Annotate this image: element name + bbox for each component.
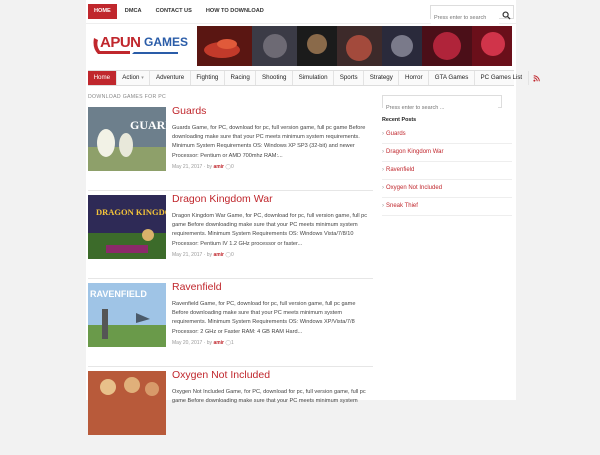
post-thumbnail[interactable]: GUARDS bbox=[88, 107, 166, 171]
post-excerpt: Oxygen Not Included Game, for PC, downlo… bbox=[172, 389, 366, 405]
topnav-contact-us[interactable]: CONTACT US bbox=[150, 4, 198, 19]
post-by: by bbox=[206, 340, 213, 346]
post-comments[interactable]: 0 bbox=[231, 252, 234, 258]
post-date: May 21, 2017 bbox=[172, 164, 203, 170]
post-meta: May 20, 2017 · by amir ◯1 bbox=[172, 340, 234, 346]
nav-simulation[interactable]: Simulation bbox=[293, 71, 335, 85]
thumb-label: RAVENFIELD bbox=[90, 289, 147, 299]
post-comments[interactable]: 0 bbox=[231, 164, 234, 170]
nav-action-label: Action bbox=[122, 74, 140, 81]
recent-post-link[interactable]: › Dragon Kingdom War bbox=[382, 144, 512, 162]
recent-post-label: Ravenfield bbox=[386, 167, 415, 173]
page: HOME DMCA CONTACT US HOW TO DOWNLOAD APU… bbox=[86, 0, 540, 435]
logo-text-games: GAMES bbox=[144, 35, 189, 49]
recent-post-link[interactable]: › Guards bbox=[382, 126, 512, 144]
thumb-label: DRAGON KINGDOM WAR bbox=[96, 207, 166, 217]
post-author[interactable]: amir bbox=[213, 252, 224, 258]
recent-posts-list: › Guards › Dragon Kingdom War › Ravenfield … bbox=[382, 126, 512, 216]
nav-fighting[interactable]: Fighting bbox=[191, 71, 225, 85]
post-excerpt: Guards Game, for PC, download for pc, fu… bbox=[172, 125, 366, 159]
top-bar: HOME DMCA CONTACT US HOW TO DOWNLOAD bbox=[86, 0, 516, 24]
bullet-icon: › bbox=[382, 185, 384, 191]
topnav-dmca[interactable]: DMCA bbox=[119, 4, 148, 19]
recent-post-link[interactable]: › Oxygen Not Included bbox=[382, 180, 512, 198]
post-comments[interactable]: 1 bbox=[231, 340, 234, 346]
bullet-icon: › bbox=[382, 131, 384, 137]
recent-post-label: Dragon Kingdom War bbox=[386, 149, 444, 155]
search-icon[interactable] bbox=[502, 7, 511, 25]
nav-horror[interactable]: Horror bbox=[399, 71, 430, 85]
post-excerpt: Dragon Kingdom War Game, for PC, downloa… bbox=[172, 213, 368, 247]
top-search-box bbox=[430, 5, 514, 24]
post-item: Oxygen Not Included Oxygen Not Included … bbox=[88, 369, 373, 455]
rss-icon[interactable] bbox=[529, 71, 544, 85]
recent-post-label: Guards bbox=[386, 131, 406, 137]
logo-text-apun: APUN bbox=[100, 34, 141, 51]
post-title[interactable]: Dragon Kingdom War bbox=[172, 193, 273, 205]
topnav-home[interactable]: HOME bbox=[88, 4, 117, 19]
bullet-icon: › bbox=[382, 203, 384, 209]
post-meta: May 21, 2017 · by amir ◯0 bbox=[172, 164, 234, 170]
nav-home[interactable]: Home bbox=[88, 71, 117, 85]
nav-pc-games-list[interactable]: PC Games List bbox=[475, 71, 529, 85]
post-thumbnail[interactable]: RAVENFIELD bbox=[88, 283, 166, 347]
post-by: by bbox=[206, 164, 213, 170]
sidebar-search-box bbox=[382, 95, 502, 114]
post-meta: May 21, 2017 · by amir ◯0 bbox=[172, 252, 234, 258]
recent-post-link[interactable]: › Ravenfield bbox=[382, 162, 512, 180]
nav-strategy[interactable]: Strategy bbox=[364, 71, 400, 85]
nav-racing[interactable]: Racing bbox=[225, 71, 257, 85]
post-excerpt: Ravenfield Game, for PC, download for pc… bbox=[172, 301, 356, 335]
recent-post-link[interactable]: › Sneak Thief bbox=[382, 198, 512, 216]
recent-post-label: Oxygen Not Included bbox=[386, 185, 443, 191]
topnav-how-to-download[interactable]: HOW TO DOWNLOAD bbox=[200, 4, 270, 19]
post-title[interactable]: Oxygen Not Included bbox=[172, 369, 270, 381]
post-thumbnail[interactable]: DRAGON KINGDOM WAR bbox=[88, 195, 166, 259]
top-nav: HOME DMCA CONTACT US HOW TO DOWNLOAD bbox=[88, 4, 270, 19]
bullet-icon: › bbox=[382, 167, 384, 173]
post-title[interactable]: Ravenfield bbox=[172, 281, 222, 293]
post-thumbnail[interactable] bbox=[88, 371, 166, 435]
section-title: DOWNLOAD GAMES FOR PC bbox=[88, 94, 167, 100]
post-by: by bbox=[206, 252, 213, 258]
post-title[interactable]: Guards bbox=[172, 105, 206, 117]
recent-post-label: Sneak Thief bbox=[386, 203, 418, 209]
top-search-input[interactable] bbox=[431, 12, 499, 24]
sidebar-search-input[interactable] bbox=[383, 102, 498, 114]
thumb-label: GUARDS bbox=[130, 118, 166, 132]
post-author[interactable]: amir bbox=[213, 340, 224, 346]
recent-posts-title: Recent Posts bbox=[382, 117, 417, 123]
nav-adventure[interactable]: Adventure bbox=[150, 71, 191, 85]
post-item: GUARDS Guards Guards Game, for PC, downl… bbox=[88, 105, 373, 191]
header-banner[interactable] bbox=[197, 26, 512, 66]
nav-action[interactable]: Action ▾ bbox=[117, 71, 151, 85]
chevron-down-icon: ▾ bbox=[141, 75, 144, 81]
main-nav: Home Action ▾ Adventure Fighting Racing … bbox=[88, 70, 540, 86]
nav-gta-games[interactable]: GTA Games bbox=[429, 71, 475, 85]
site-logo[interactable]: APUN GAMES bbox=[90, 30, 188, 60]
post-date: May 20, 2017 bbox=[172, 340, 203, 346]
post-item: RAVENFIELD Ravenfield Ravenfield Game, f… bbox=[88, 281, 373, 367]
post-date: May 21, 2017 bbox=[172, 252, 203, 258]
post-author[interactable]: amir bbox=[213, 164, 224, 170]
nav-shooting[interactable]: Shooting bbox=[256, 71, 294, 85]
post-item: DRAGON KINGDOM WAR Dragon Kingdom War Dr… bbox=[88, 193, 373, 279]
bullet-icon: › bbox=[382, 149, 384, 155]
nav-sports[interactable]: Sports bbox=[334, 71, 365, 85]
